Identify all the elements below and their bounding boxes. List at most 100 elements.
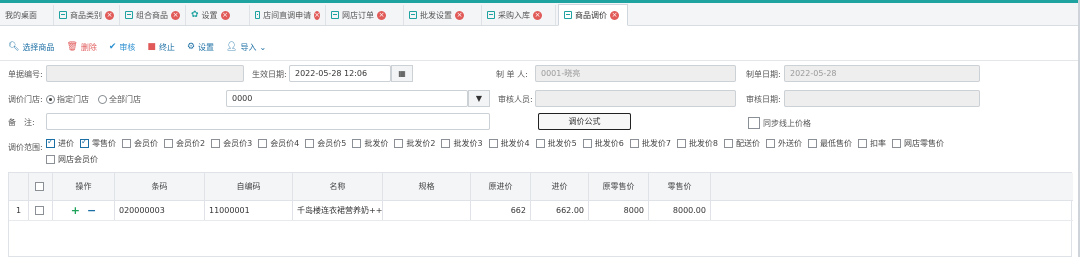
price-type-checkbox[interactable]: 批发价2 xyxy=(394,138,435,149)
maker-field[interactable]: 0001-晓亮 xyxy=(535,65,736,82)
price-type-label: 会员价3 xyxy=(223,139,253,148)
close-icon[interactable]: × xyxy=(220,10,230,20)
delete-button[interactable]: 🗑︎ 删除 xyxy=(66,42,96,53)
tab-online-orders[interactable]: 网店订单 × xyxy=(326,5,404,25)
tab-label: 店间直调申请 xyxy=(263,10,312,20)
radio-specified-store[interactable]: 指定门店 xyxy=(46,94,89,105)
tab-store-transfer[interactable]: 店间直调申请 × xyxy=(250,5,326,25)
close-icon[interactable]: × xyxy=(105,10,114,20)
cell-spec[interactable] xyxy=(383,201,471,220)
radio-button xyxy=(46,95,55,104)
effective-date-field[interactable]: 2022-05-28 12:06 xyxy=(289,65,391,82)
radio-all-label: 全部门店 xyxy=(109,95,141,104)
make-date-field[interactable]: 2022-05-28 xyxy=(784,65,980,82)
tab-settings[interactable]: ✿ 设置 × xyxy=(186,5,250,25)
checkbox xyxy=(164,139,173,148)
close-icon[interactable]: × xyxy=(314,10,320,20)
price-type-checkbox[interactable]: 最低售价 xyxy=(808,138,852,149)
audit-button[interactable]: ✔ 审核 xyxy=(109,42,136,53)
price-type-checkbox[interactable]: 批发价3 xyxy=(441,138,483,149)
price-type-checkbox[interactable]: 扣率 xyxy=(858,138,886,149)
audit-date-field[interactable] xyxy=(784,90,980,107)
price-type-label: 会员价5 xyxy=(317,139,347,148)
price-type-checkbox[interactable]: 批发价7 xyxy=(629,138,671,149)
tab-label: 组合商品 xyxy=(136,10,168,20)
table-icon xyxy=(409,11,417,19)
price-type-label: 批发价5 xyxy=(547,139,577,148)
tab-wholesale-settings[interactable]: 批发设置 × xyxy=(404,5,482,25)
price-type-checkbox[interactable]: 零售价 xyxy=(80,137,116,149)
store-field[interactable]: 0000 xyxy=(226,90,468,107)
price-type-checkbox[interactable]: 批发价5 xyxy=(535,138,577,149)
price-formula-button[interactable]: 调价公式 xyxy=(538,113,631,130)
table-icon xyxy=(255,11,261,19)
table-icon xyxy=(331,11,339,19)
header-select-all[interactable] xyxy=(29,173,53,200)
close-icon[interactable]: × xyxy=(610,10,619,20)
divider xyxy=(0,60,1080,61)
price-type-checkbox[interactable]: 网店零售价 xyxy=(892,138,944,149)
remove-row-icon[interactable]: − xyxy=(87,204,96,217)
sync-online-price[interactable]: 同步线上价格 xyxy=(748,117,811,129)
auditor-field[interactable] xyxy=(535,90,736,107)
settings-button[interactable]: ⚙ 设置 xyxy=(187,42,214,53)
cell-barcode[interactable]: 020000003 xyxy=(115,201,205,220)
checkbox xyxy=(46,137,55,148)
row-select[interactable] xyxy=(29,201,53,220)
close-icon[interactable]: × xyxy=(455,10,464,20)
doc-no-field[interactable] xyxy=(46,65,244,82)
price-type-checkbox[interactable]: 批发价8 xyxy=(676,138,718,149)
calendar-button[interactable]: ▦ xyxy=(391,65,413,82)
price-type-checkbox[interactable]: 网店会员价 xyxy=(46,154,98,165)
tab-label: 设置 xyxy=(201,10,218,20)
maker-label: 制 单 人: xyxy=(496,70,528,79)
close-icon[interactable]: × xyxy=(171,10,180,20)
price-type-checkbox[interactable]: 会员价5 xyxy=(305,138,346,149)
price-type-checkbox[interactable]: 会员价3 xyxy=(211,138,252,149)
close-icon[interactable]: × xyxy=(533,10,542,20)
remark-field[interactable] xyxy=(46,113,490,130)
table-icon xyxy=(59,11,67,19)
import-button[interactable]: 👤︎ 导入 ⌄ xyxy=(226,42,266,53)
row-index: 1 xyxy=(9,201,29,220)
price-type-checkbox[interactable]: 会员价 xyxy=(122,138,158,149)
table-row[interactable]: 1 + − 020000003 11000001 千岛楼连衣裙营养奶++ 662… xyxy=(9,201,1073,221)
cell-cost[interactable]: 662.00 xyxy=(531,201,589,220)
make-date-label: 制单日期: xyxy=(746,70,781,79)
price-type-label: 扣率 xyxy=(870,139,887,148)
tab-combo-goods[interactable]: 组合商品 × xyxy=(120,5,186,25)
toolbar: 🔍︎ 选择商品 🗑︎ 删除 ✔ 审核 ■ 终止 ⚙ 设置 👤︎ 导入 ⌄ xyxy=(8,40,278,54)
checkbox xyxy=(748,117,760,129)
price-type-checkbox[interactable]: 批发价4 xyxy=(488,138,530,149)
price-type-checkbox[interactable]: 进价 xyxy=(46,137,74,149)
row-actions: + − xyxy=(53,201,115,220)
tab-purchase-stock[interactable]: 采购入库 × xyxy=(482,5,556,25)
cell-name[interactable]: 千岛楼连衣裙营养奶++ xyxy=(293,201,383,220)
settings-label: 设置 xyxy=(198,42,215,52)
price-type-checkbox[interactable]: 会员价4 xyxy=(258,138,299,149)
select-goods-button[interactable]: 🔍︎ 选择商品 xyxy=(8,42,54,53)
tab-label: 商品调价 xyxy=(575,10,607,20)
checkbox xyxy=(211,139,221,148)
tab-goods-category[interactable]: 商品类别 × xyxy=(54,5,120,25)
price-type-checkbox[interactable]: 外送价 xyxy=(766,138,802,149)
cell-retail[interactable]: 8000.00 xyxy=(649,201,711,220)
filter-button[interactable]: ▼ xyxy=(468,90,490,107)
stop-button[interactable]: ■ 终止 xyxy=(147,42,175,53)
cell-code[interactable]: 11000001 xyxy=(205,201,293,220)
checkbox xyxy=(441,139,451,148)
radio-all-stores[interactable]: 全部门店 xyxy=(98,94,141,105)
checkbox xyxy=(629,139,639,148)
checkbox xyxy=(535,139,545,148)
tab-label: 我的桌面 xyxy=(5,10,37,20)
price-type-checkbox[interactable]: 会员价2 xyxy=(164,138,205,149)
add-row-icon[interactable]: + xyxy=(71,204,80,217)
price-type-checkbox[interactable]: 批发价 xyxy=(352,138,388,149)
price-type-label: 外送价 xyxy=(778,139,803,148)
tab-price-adjust[interactable]: 商品调价 × xyxy=(558,4,628,26)
price-type-checkbox[interactable]: 批发价6 xyxy=(582,138,624,149)
calendar-icon: ▦ xyxy=(398,69,406,78)
price-type-checkbox[interactable]: 配送价 xyxy=(724,138,760,149)
close-icon[interactable]: × xyxy=(377,10,386,20)
tab-my-desktop[interactable]: 我的桌面 xyxy=(0,5,54,25)
